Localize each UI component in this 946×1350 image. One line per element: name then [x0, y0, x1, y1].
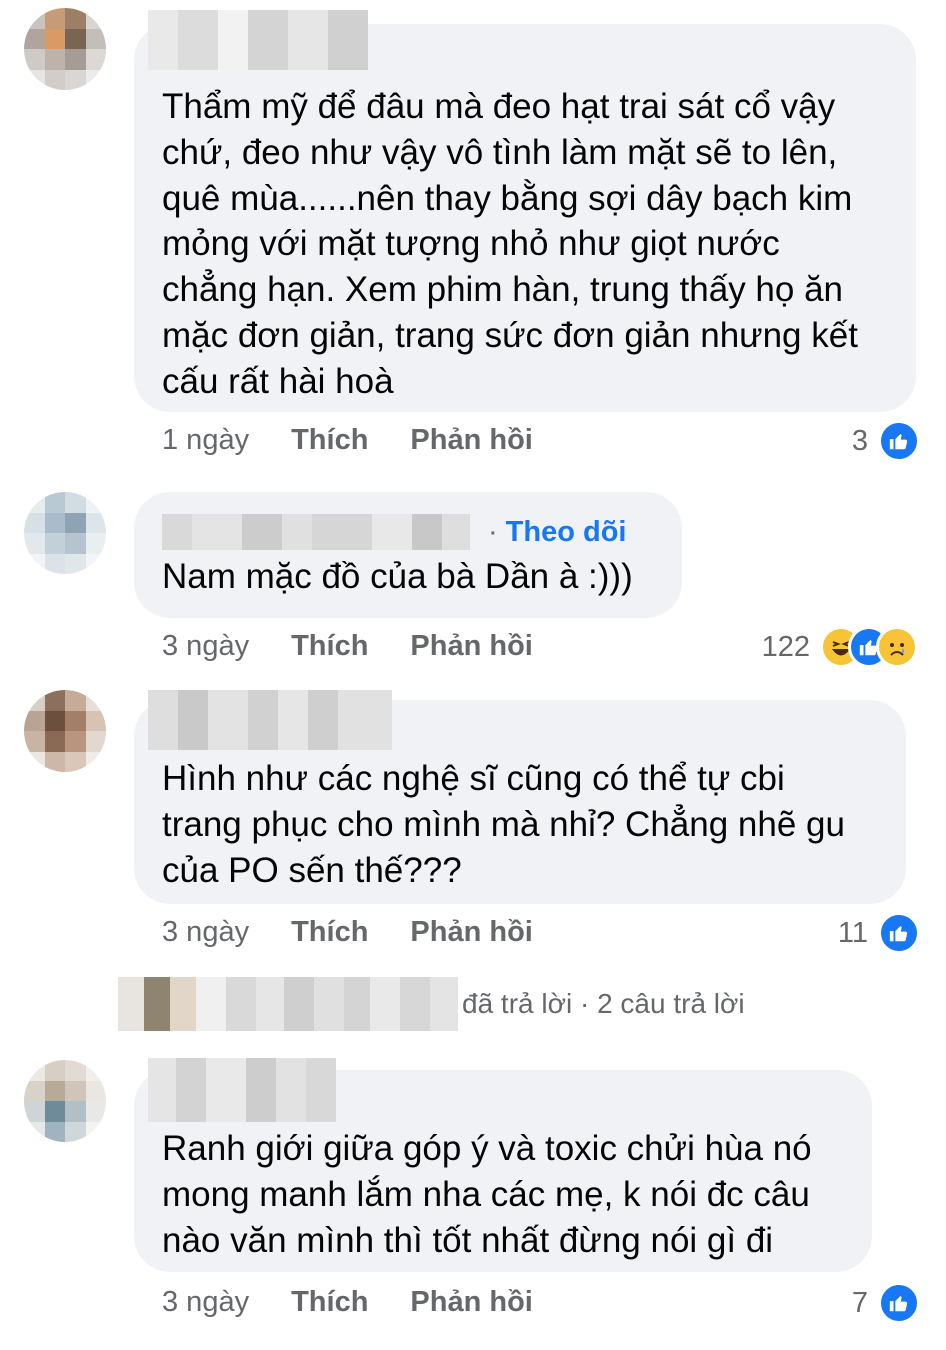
- comment-timestamp[interactable]: 3 ngày: [162, 630, 249, 663]
- reaction-summary[interactable]: 122: [762, 626, 918, 668]
- comment-text: Hình như các nghệ sĩ cũng có thể tự cbi …: [162, 759, 845, 890]
- reply-button[interactable]: Phản hồi: [410, 1286, 532, 1319]
- reaction-count: 7: [851, 1286, 868, 1319]
- reaction-icons: [820, 626, 918, 668]
- sad-icon: [876, 626, 918, 668]
- avatar[interactable]: [24, 1060, 106, 1142]
- like-button[interactable]: Thích: [291, 1286, 368, 1319]
- comment-text: Ranh giới giữa góp ý và toxic chửi hùa n…: [162, 1129, 812, 1260]
- replies-summary-text[interactable]: đã trả lời · 2 câu trả lời: [462, 988, 745, 1020]
- reply-button[interactable]: Phản hồi: [410, 630, 532, 663]
- like-icon: [878, 912, 920, 954]
- comment-text: Nam mặc đồ của bà Dần à :))): [162, 557, 633, 596]
- like-icon: [878, 420, 920, 462]
- reply-button[interactable]: Phản hồi: [410, 916, 532, 949]
- reaction-summary[interactable]: 7: [852, 1282, 920, 1324]
- reaction-summary[interactable]: 11: [838, 912, 920, 954]
- reaction-summary[interactable]: 3: [852, 420, 920, 462]
- like-button[interactable]: Thích: [291, 916, 368, 949]
- author-name-blurred[interactable]: [148, 10, 368, 70]
- author-name-blurred[interactable]: [148, 1058, 336, 1122]
- comment-bubble: · Theo dõi Nam mặc đồ của bà Dần à :))): [134, 492, 682, 618]
- comment-timestamp[interactable]: 1 ngày: [162, 424, 249, 457]
- comment-actions: 3 ngày Thích Phản hồi: [162, 630, 533, 663]
- like-icon: [878, 1282, 920, 1324]
- reaction-count: 122: [761, 630, 810, 663]
- replier-avatar-blurred: [118, 977, 458, 1031]
- avatar[interactable]: [24, 690, 106, 772]
- reaction-count: 11: [837, 916, 868, 949]
- author-row: · Theo dõi: [162, 514, 654, 550]
- comment-actions: 3 ngày Thích Phản hồi: [162, 916, 533, 949]
- comment-text: Thẩm mỹ để đâu mà đeo hạt trai sát cổ vậ…: [162, 87, 858, 401]
- reply-button[interactable]: Phản hồi: [410, 424, 532, 457]
- author-name-blurred[interactable]: [148, 690, 392, 750]
- reaction-count: 3: [851, 424, 868, 457]
- comment-timestamp[interactable]: 3 ngày: [162, 1286, 249, 1319]
- view-replies-link[interactable]: đã trả lời · 2 câu trả lời: [118, 977, 745, 1031]
- author-name-blurred[interactable]: [162, 514, 470, 550]
- comment-bubble: Thẩm mỹ để đâu mà đeo hạt trai sát cổ vậ…: [134, 24, 916, 412]
- avatar[interactable]: [24, 492, 106, 574]
- follow-link[interactable]: · Theo dõi: [488, 516, 627, 549]
- comment-timestamp[interactable]: 3 ngày: [162, 916, 249, 949]
- like-button[interactable]: Thích: [291, 424, 368, 457]
- comment-actions: 3 ngày Thích Phản hồi: [162, 1286, 533, 1319]
- avatar[interactable]: [24, 8, 106, 90]
- comment-actions: 1 ngày Thích Phản hồi: [162, 424, 533, 457]
- like-button[interactable]: Thích: [291, 630, 368, 663]
